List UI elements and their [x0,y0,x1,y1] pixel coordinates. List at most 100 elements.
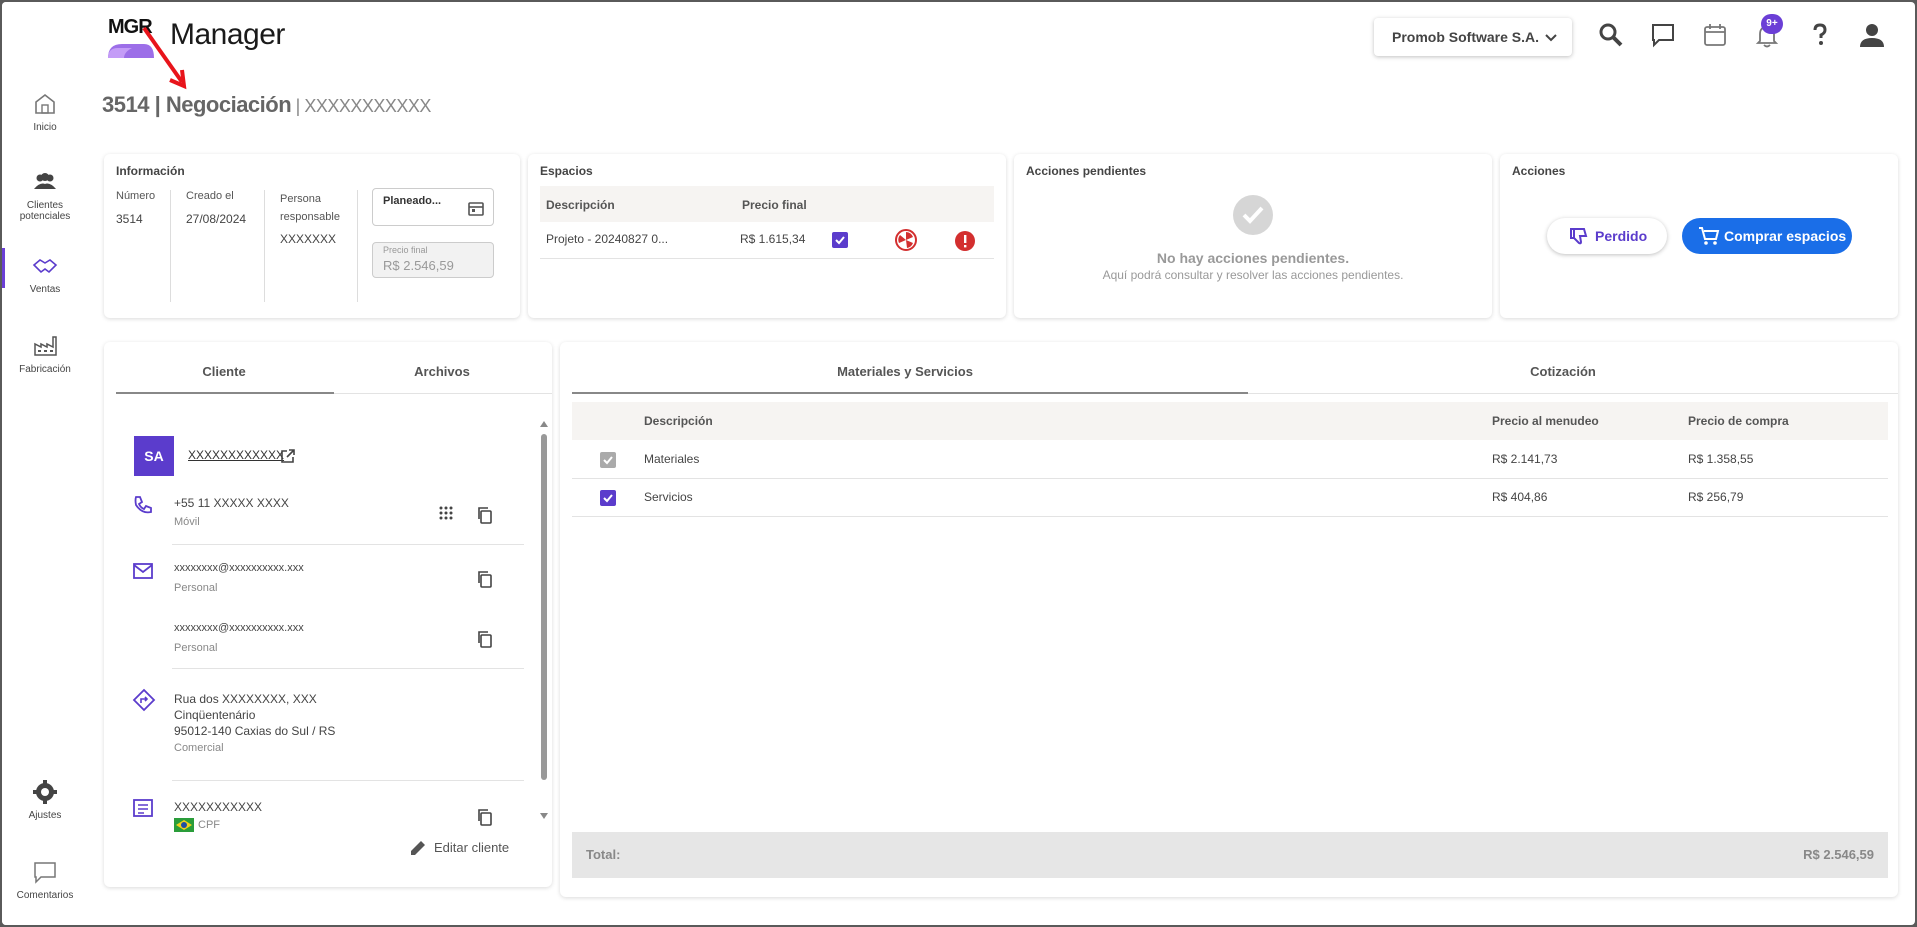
spaces-col-description: Descripción [546,198,615,212]
space-row-price: R$ 1.615,34 [740,232,806,246]
page-title: 3514 | Negociación | XXXXXXXXXXX [102,92,431,118]
scroll-up-icon[interactable] [539,420,549,428]
sidebar: Inicio Clientes potenciales Ventas Fabri… [2,2,88,925]
tab-cotizacion[interactable]: Cotización [1238,364,1888,379]
pending-card-title: Acciones pendientes [1026,164,1147,178]
company-select[interactable]: Promob Software S.A. [1374,18,1572,56]
email-icon [133,563,153,579]
materials-row-description: Materiales [644,452,700,466]
spaces-card-title: Espacios [540,164,593,178]
active-tab-indicator [116,392,334,394]
active-tab-indicator [572,392,1248,394]
divider [172,668,524,669]
avatar: SA [134,436,174,476]
pending-empty-title: No hay acciones pendientes. [1156,250,1350,266]
factory-icon [34,336,57,356]
materials-row-checkbox[interactable] [600,452,616,468]
space-row-checkbox[interactable] [832,232,848,248]
sidebar-item-clientes[interactable]: Clientes potenciales [2,168,88,222]
status-select[interactable]: Planeado... [372,188,494,226]
title-separator: | [148,92,166,117]
deal-title: Negociación [165,92,292,117]
sidebar-item-fabricacion[interactable]: Fabricación [2,332,88,375]
help-icon[interactable] [1805,20,1835,50]
spaces-card: Espacios Descripción Precio final Projet… [528,154,1006,318]
divider [357,190,358,302]
calendar-icon[interactable] [1700,20,1730,50]
client-name-link[interactable]: XXXXXXXXXXXX [188,448,284,462]
phone-icon [134,496,152,514]
pending-actions-card: Acciones pendientes No hay acciones pend… [1014,154,1492,318]
email-2[interactable]: xxxxxxxx@xxxxxxxxxx.xxx [174,622,304,634]
info-card-title: Información [116,164,185,178]
scroll-down-icon[interactable] [539,812,549,820]
copy-icon[interactable] [476,630,494,648]
chevron-down-icon [1545,34,1557,42]
account-icon[interactable] [1857,20,1887,50]
address-type: Comercial [174,742,224,754]
people-icon [34,173,56,189]
sidebar-item-label: Inicio [33,122,57,133]
check-circle-icon [1233,195,1273,235]
comment-icon [34,862,56,884]
alert-icon[interactable] [954,230,976,252]
scrollbar[interactable] [540,420,548,820]
responsible-value: XXXXXXX [280,232,337,246]
title-separator: | [291,96,305,116]
divider [334,393,552,394]
materials-row-retail: R$ 2.141,73 [1492,452,1558,466]
sidebar-item-label: Fabricación [19,364,71,375]
buy-spaces-button[interactable]: Comprar espacios [1682,218,1852,254]
pending-empty-subtitle: Aquí podrá consultar y resolver las acci… [1102,268,1404,282]
address-line-1: Rua dos XXXXXXXX, XXX [174,692,317,706]
annotation-arrow-icon [142,26,187,90]
services-row-checkbox[interactable] [600,490,616,506]
lost-button[interactable]: Perdido [1547,218,1667,254]
notifications-badge: 9+ [1761,14,1783,34]
production-status-icon[interactable] [894,228,918,252]
tab-archivos[interactable]: Archivos [332,364,552,379]
spaces-col-final-price: Precio final [742,198,807,212]
tab-materiales-servicios[interactable]: Materiales y Servicios [572,364,1238,379]
services-row-description: Servicios [644,490,693,504]
total-value: R$ 2.546,59 [1803,847,1874,862]
materials-col-retail: Precio al menudeo [1492,414,1599,428]
dialpad-icon[interactable] [438,506,454,522]
sidebar-item-comentarios[interactable]: Comentarios [2,858,88,901]
materials-col-description: Descripción [644,414,713,428]
final-price-label: Precio final [383,245,428,255]
sidebar-item-ajustes[interactable]: Ajustes [2,778,88,821]
total-bar: Total: R$ 2.546,59 [572,832,1888,878]
scrollbar-thumb[interactable] [541,434,547,780]
document-type: CPF [198,819,220,831]
copy-icon[interactable] [476,808,494,826]
email-1-type: Personal [174,582,218,594]
sidebar-item-label: Comentarios [16,890,74,901]
tab-cliente[interactable]: Cliente [116,364,332,379]
divider [264,190,265,302]
responsible-label: Persona responsable [280,193,340,223]
sidebar-item-inicio[interactable]: Inicio [2,90,88,133]
divider [572,478,1888,479]
lost-button-label: Perdido [1595,228,1648,244]
sidebar-item-ventas[interactable]: Ventas [2,248,88,295]
copy-icon[interactable] [476,506,494,524]
company-select-value: Promob Software S.A. [1392,29,1540,45]
external-link-icon[interactable] [280,448,296,464]
divider [1248,393,1898,394]
email-1[interactable]: xxxxxxxx@xxxxxxxxxx.xxx [174,562,304,574]
search-icon[interactable] [1596,20,1626,50]
divider [170,190,171,302]
chat-icon[interactable] [1648,20,1678,50]
number-label: Número [116,190,156,202]
calendar-icon[interactable] [467,199,485,217]
total-label: Total: [586,847,621,862]
gear-icon [33,780,57,804]
copy-icon[interactable] [476,570,494,588]
space-row-description[interactable]: Projeto - 20240827 0... [546,232,668,246]
materials-panel: Materiales y Servicios Cotización Descri… [560,342,1898,897]
home-icon [35,93,55,114]
deal-number: 3514 [102,92,149,117]
phone-number[interactable]: +55 11 XXXXX XXXX [174,496,289,510]
phone-type: Móvil [174,516,200,528]
